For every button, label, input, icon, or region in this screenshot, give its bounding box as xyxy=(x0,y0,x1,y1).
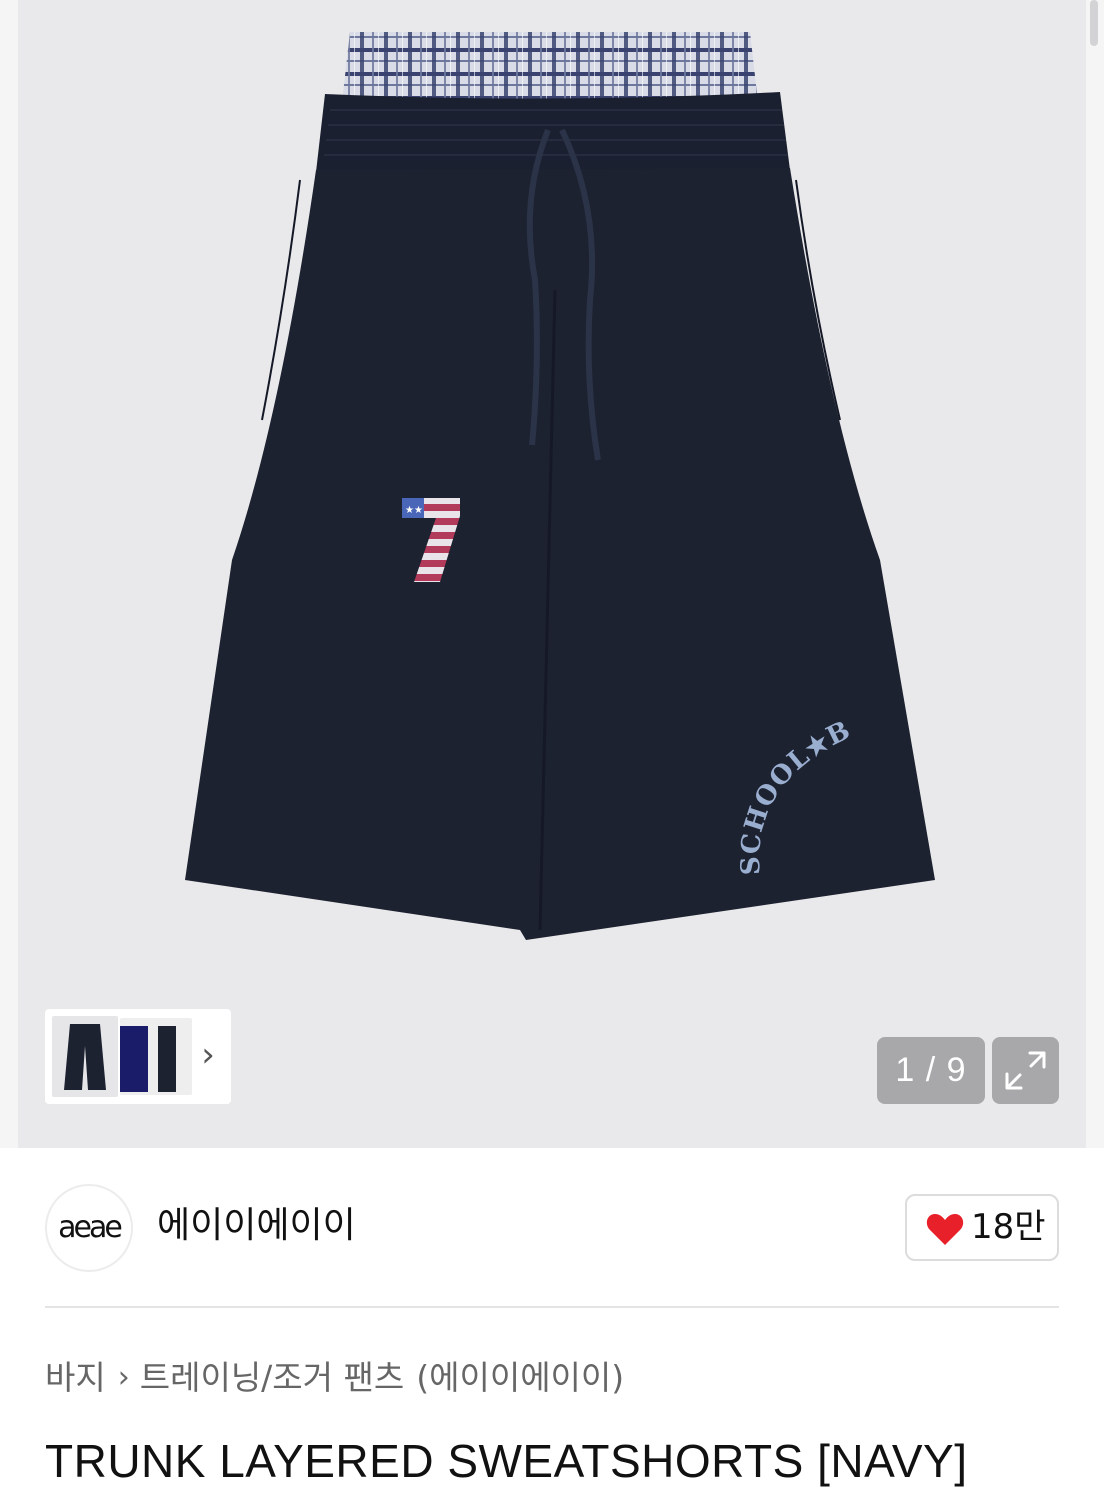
breadcrumb-brand[interactable]: (에이이에이이) xyxy=(416,1352,624,1404)
like-button[interactable]: 18만 xyxy=(905,1194,1059,1261)
product-title: TRUNK LAYERED SWEATSHORTS [NAVY] xyxy=(45,1435,968,1487)
chevron-right-icon[interactable]: › xyxy=(195,1029,221,1083)
thumbnail-2[interactable] xyxy=(120,1018,192,1095)
breadcrumb-category[interactable]: 바지 xyxy=(45,1352,106,1404)
heart-icon xyxy=(926,1214,964,1245)
thumbnail-1[interactable] xyxy=(52,1016,118,1097)
divider xyxy=(45,1306,1059,1308)
breadcrumb: 바지 › 트레이닝/조거 팬츠 (에이이에이이) xyxy=(45,1352,624,1404)
product-gallery[interactable]: ★★ SCHOOL★BOY › 1 / 9 xyxy=(0,0,1104,1148)
like-count: 18만 xyxy=(971,1207,1046,1247)
breadcrumb-separator: › xyxy=(117,1360,130,1395)
breadcrumb-subcategory[interactable]: 트레이닝/조거 팬츠 xyxy=(140,1352,405,1404)
expand-icon xyxy=(1005,1051,1046,1090)
brand-name[interactable]: 에이이에이이 xyxy=(157,1200,356,1252)
expand-button[interactable] xyxy=(992,1037,1059,1104)
thumbnail-strip[interactable]: › xyxy=(45,1009,231,1104)
brand-logo[interactable]: aeae xyxy=(45,1184,133,1272)
svg-text:SCHOOL★BOY: SCHOOL★BOY xyxy=(0,0,856,876)
image-counter: 1 / 9 xyxy=(877,1037,985,1104)
school-boy-print: SCHOOL★BOY xyxy=(0,0,856,876)
